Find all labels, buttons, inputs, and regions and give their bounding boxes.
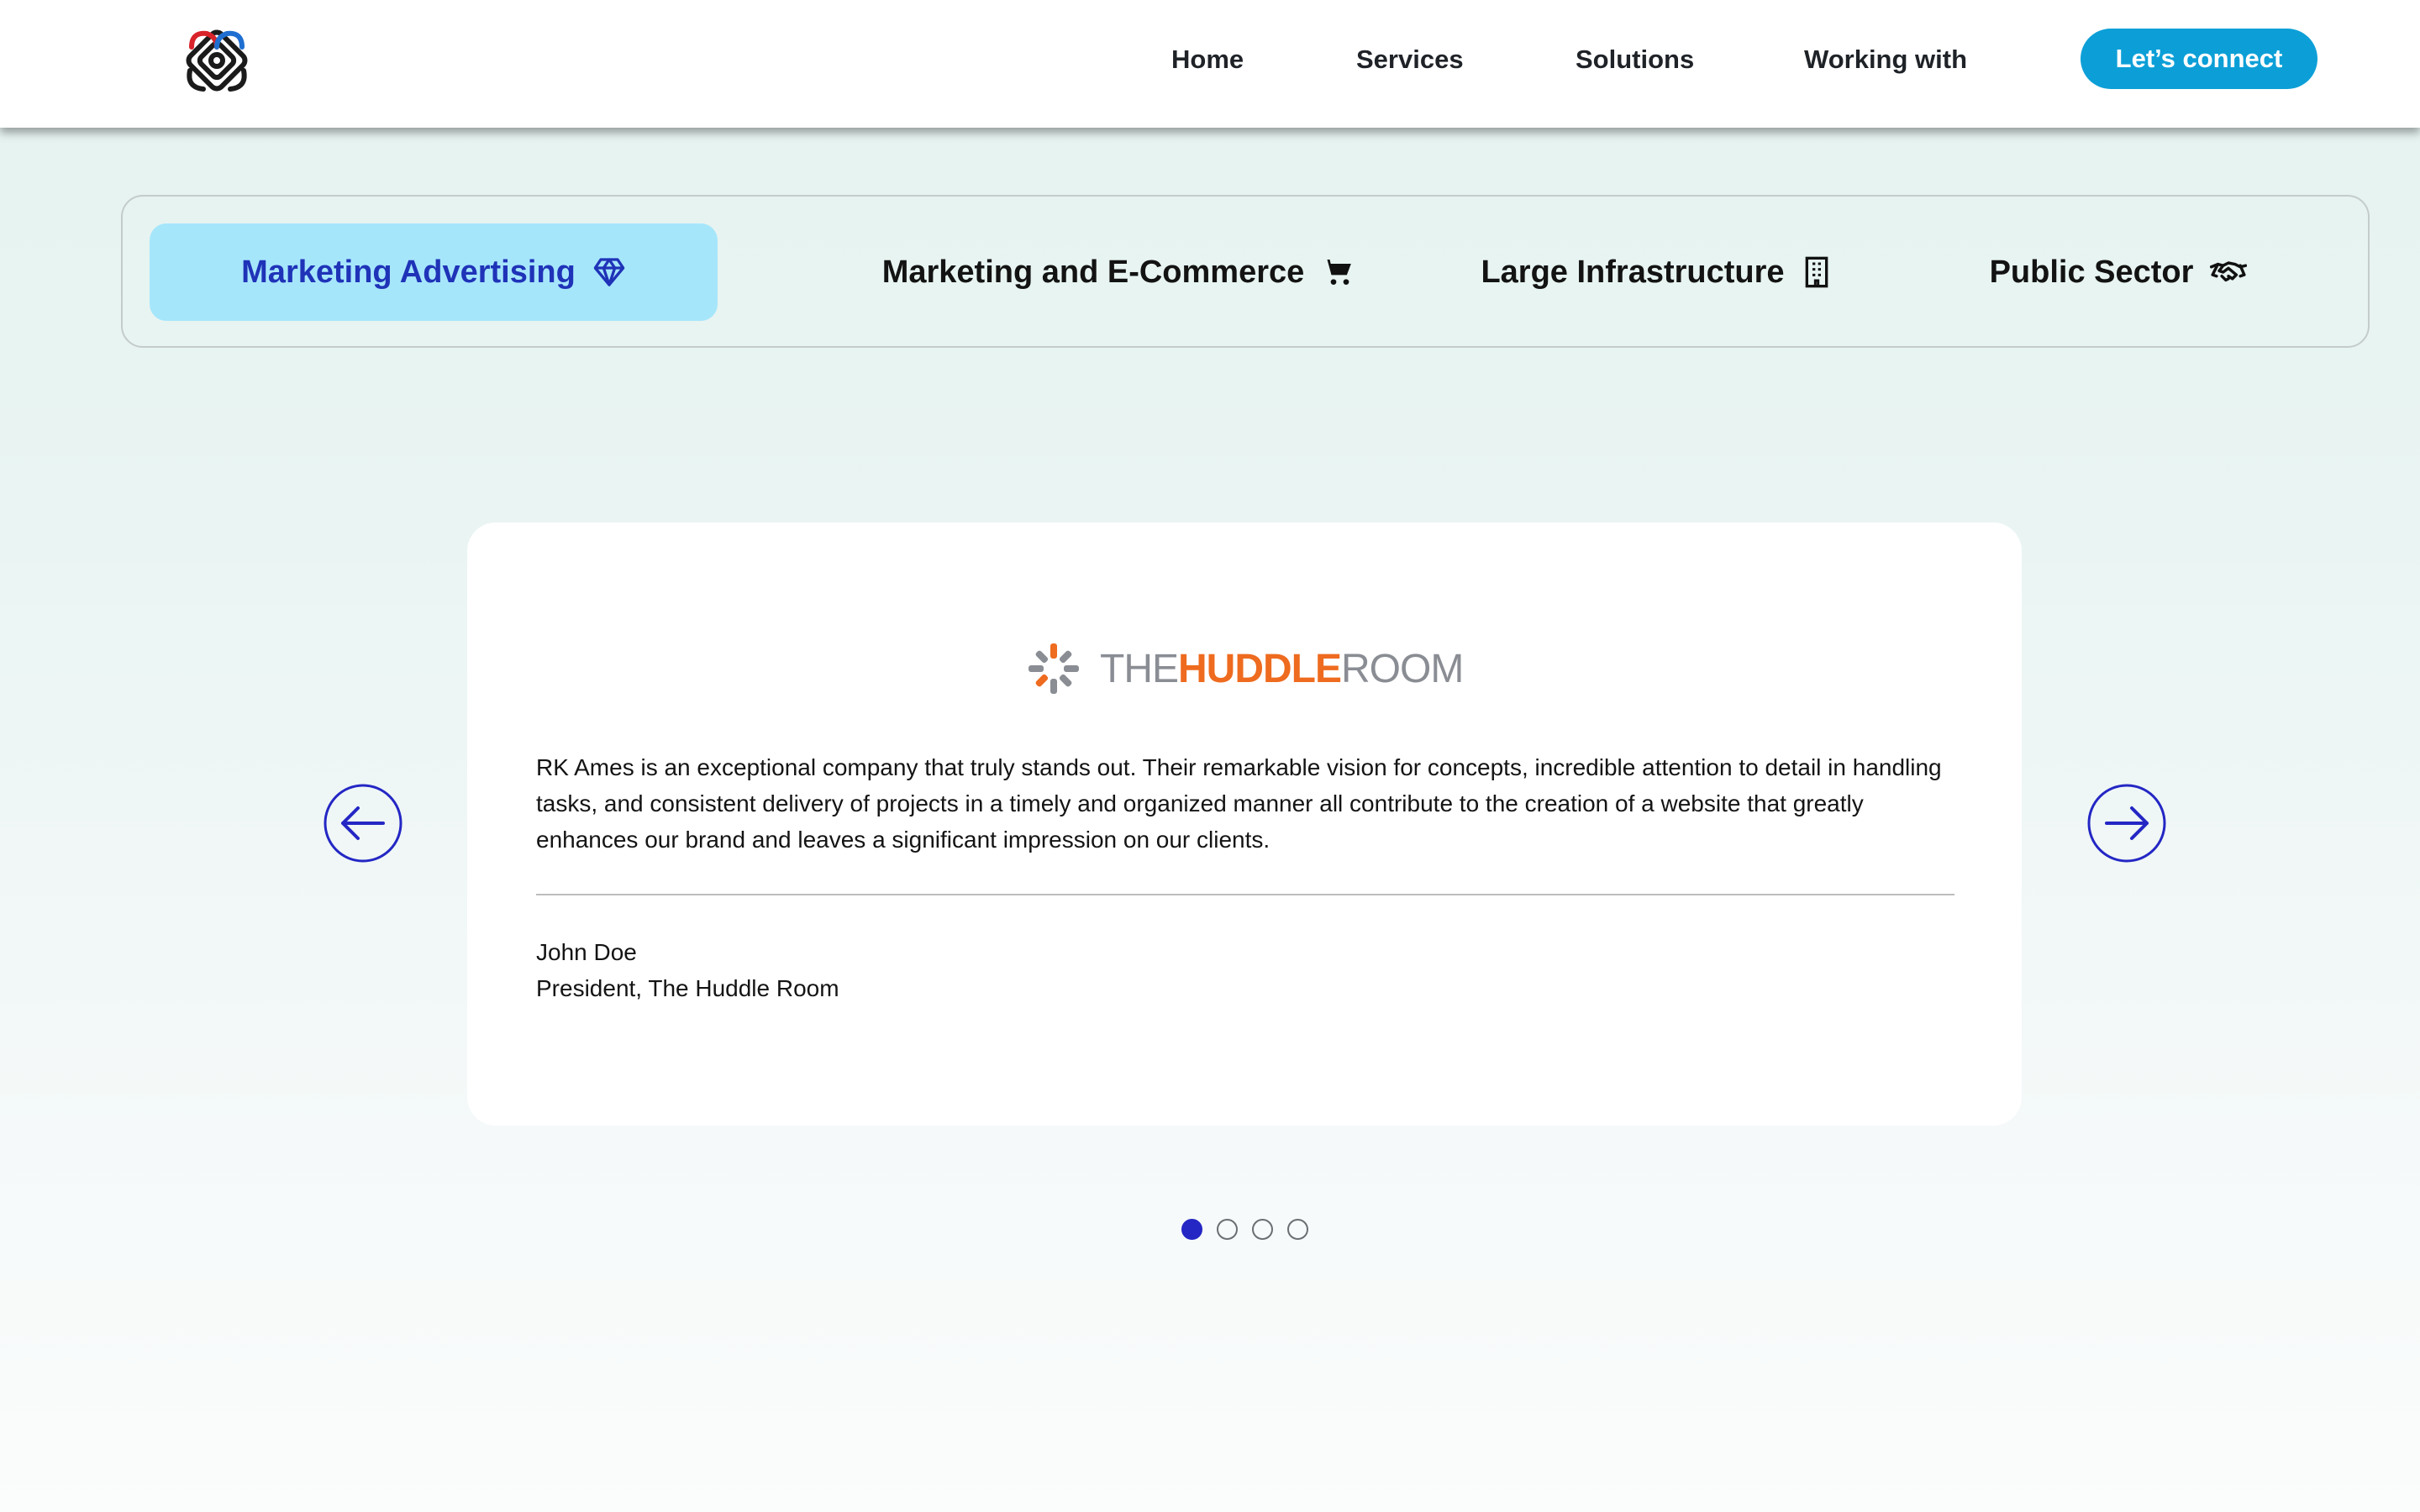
tab-label: Marketing Advertising bbox=[241, 254, 576, 290]
tab-public-sector[interactable]: Public Sector bbox=[1929, 223, 2307, 321]
tab-label: Public Sector bbox=[1989, 254, 2194, 290]
testimonial-quote: RK Ames is an exceptional company that t… bbox=[536, 754, 1942, 853]
tab-label: Marketing and E-Commerce bbox=[881, 254, 1305, 290]
nav-solutions[interactable]: Solutions bbox=[1576, 42, 1694, 77]
tab-marketing-advertising[interactable]: Marketing Advertising bbox=[150, 223, 718, 321]
divider bbox=[536, 894, 1954, 895]
author-name: John Doe bbox=[536, 939, 637, 965]
site-header: Home Services Solutions Working with Let… bbox=[0, 0, 2420, 128]
lets-connect-button[interactable]: Let’s connect bbox=[2081, 29, 2317, 89]
carousel-dot-3[interactable] bbox=[1252, 1219, 1273, 1240]
huddle-room-logo: THEHUDDLEROOM bbox=[1026, 638, 1471, 699]
tab-label: Large Infrastructure bbox=[1481, 254, 1785, 290]
author-role: President, The Huddle Room bbox=[536, 975, 839, 1001]
huddle-room-wordmark: THEHUDDLEROOM bbox=[1100, 646, 1464, 691]
arrow-right-circle-icon[interactable] bbox=[2086, 783, 2167, 864]
celtic-knot-logo-icon[interactable] bbox=[178, 22, 255, 99]
nav-services[interactable]: Services bbox=[1356, 42, 1464, 77]
carousel-dot-2[interactable] bbox=[1217, 1219, 1238, 1240]
building-icon bbox=[1805, 256, 1828, 288]
carousel-pagination bbox=[1181, 1219, 1308, 1241]
sector-tabs: Marketing Advertising Marketing and E-Co… bbox=[121, 195, 2370, 348]
carousel-dot-1[interactable] bbox=[1181, 1219, 1202, 1240]
carousel-dot-4[interactable] bbox=[1287, 1219, 1308, 1240]
testimonial-card: THEHUDDLEROOM RK Ames is an exceptional … bbox=[467, 522, 2022, 1126]
arrow-left-circle-icon[interactable] bbox=[323, 783, 403, 864]
nav-home[interactable]: Home bbox=[1171, 42, 1244, 77]
tab-marketing-ecommerce[interactable]: Marketing and E-Commerce bbox=[795, 223, 1442, 321]
handshake-icon bbox=[2210, 261, 2248, 282]
tab-large-infrastructure[interactable]: Large Infrastructure bbox=[1450, 223, 1862, 321]
starburst-logo-icon bbox=[1028, 643, 1079, 694]
testimonial-author: John Doe President, The Huddle Room bbox=[536, 934, 839, 1006]
nav-working-with[interactable]: Working with bbox=[1804, 42, 1967, 77]
diamond-icon bbox=[593, 258, 625, 286]
shopping-cart-icon bbox=[1322, 260, 1352, 285]
